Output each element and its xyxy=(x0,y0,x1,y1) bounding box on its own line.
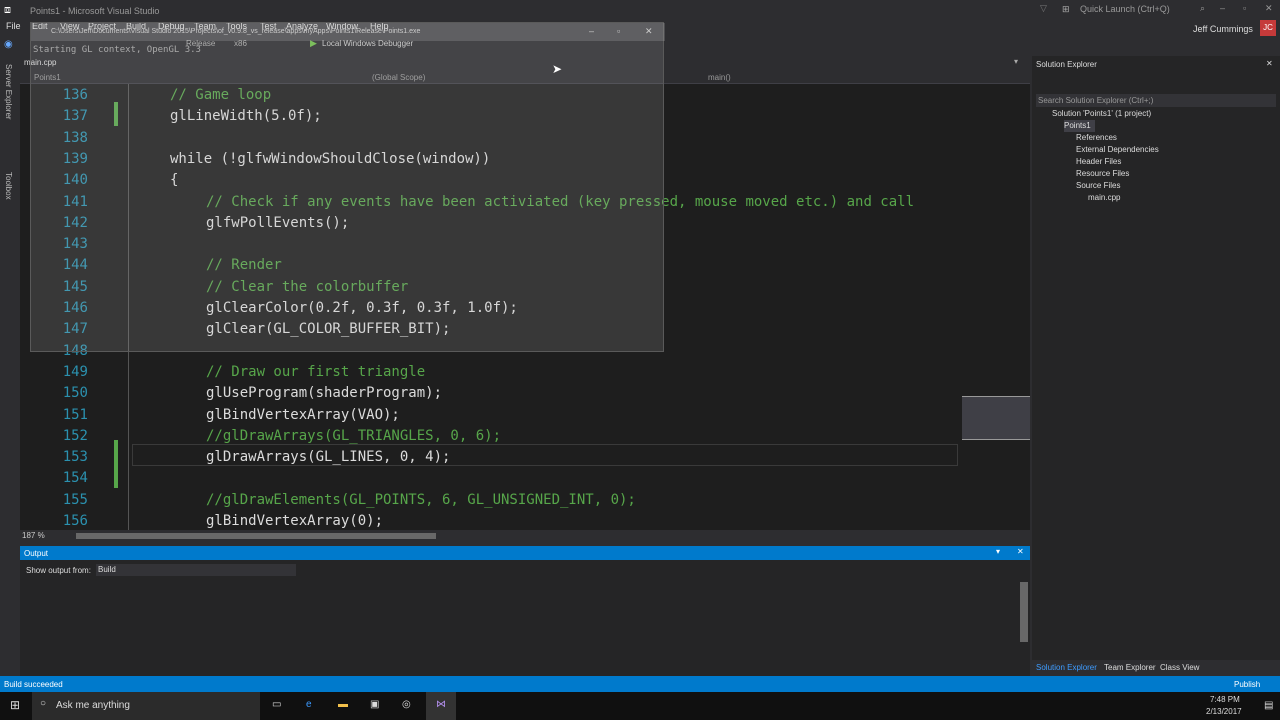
output-scrollbar[interactable] xyxy=(1020,582,1028,642)
clock-time[interactable]: 7:48 PM xyxy=(1210,695,1240,704)
output-header: Output ▾ ✕ xyxy=(20,546,1030,560)
show-output-label: Show output from: xyxy=(26,566,91,575)
solution-explorer: Solution Explorer ✕ Search Solution Expl… xyxy=(1032,56,1280,676)
line-number: 155 xyxy=(62,491,88,508)
tab-team-explorer[interactable]: Team Explorer xyxy=(1104,663,1156,672)
search-icon: ○ xyxy=(40,698,47,709)
horizontal-scrollbar[interactable] xyxy=(76,533,436,539)
output-source-select[interactable]: Build xyxy=(96,564,296,576)
windows-taskbar: ⊞ ○ Ask me anything ▭ e ▬ ▣ ◎ ⋈ 7:48 PM … xyxy=(0,692,1280,720)
status-text: Build succeeded xyxy=(4,680,63,689)
console-title-bar: C:\Users\Jeff\Documents\Visual Studio 20… xyxy=(31,23,665,41)
clock-date[interactable]: 2/13/2017 xyxy=(1206,707,1242,716)
cortana-search[interactable]: ○ Ask me anything xyxy=(32,692,260,720)
line-number: 151 xyxy=(62,406,88,423)
code-line[interactable]: // Draw our first triangle xyxy=(206,364,425,380)
visual-studio-task[interactable]: ⋈ xyxy=(426,692,456,720)
member-dropdown[interactable]: main() xyxy=(708,73,731,82)
line-number: 149 xyxy=(62,363,88,380)
cortana-placeholder: Ask me anything xyxy=(56,700,130,711)
avatar[interactable]: JC xyxy=(1260,20,1276,36)
toolbox-tab[interactable]: Toolbox xyxy=(4,172,13,200)
chevron-down-icon[interactable]: ▾ xyxy=(1014,57,1018,66)
close-button[interactable]: ✕ xyxy=(645,26,653,37)
tab-solution-explorer[interactable]: Solution Explorer xyxy=(1036,663,1097,672)
filter-icon[interactable]: ▽ xyxy=(1040,3,1047,14)
steam-icon[interactable]: ◎ xyxy=(402,699,411,710)
back-icon[interactable]: ◉ xyxy=(4,39,13,50)
folder-icon[interactable]: ▬ xyxy=(338,699,348,710)
visual-studio-icon: ⋈ xyxy=(436,699,446,710)
search-icon: ⌕ xyxy=(1200,3,1206,13)
output-title: Output xyxy=(24,549,49,558)
code-line[interactable]: glBindVertexArray(0); xyxy=(206,513,383,529)
quick-launch-input[interactable]: Quick Launch (Ctrl+Q) xyxy=(1080,4,1210,16)
store-icon[interactable]: ▣ xyxy=(370,699,379,710)
user-name[interactable]: Jeff Cummings xyxy=(1193,24,1253,34)
windows-start-icon[interactable]: ⊞ xyxy=(10,698,20,712)
menu-file[interactable]: File xyxy=(6,21,21,31)
tree-item[interactable]: Resource Files xyxy=(1076,168,1129,180)
line-number: 154 xyxy=(62,470,88,487)
code-line[interactable]: //glDrawArrays(GL_TRIANGLES, 0, 6); xyxy=(206,428,501,444)
zoom-level[interactable]: 187 % xyxy=(22,531,45,540)
title-bar: ⧈ Points1 - Microsoft Visual Studio ▽ ⊞ … xyxy=(0,0,1280,20)
mouse-cursor-icon: ➤ xyxy=(552,62,563,76)
console-text: Starting GL context, OpenGL 3.3 xyxy=(33,45,201,55)
code-line[interactable]: //glDrawElements(GL_POINTS, 6, GL_UNSIGN… xyxy=(206,492,636,508)
tree-item[interactable]: Source Files xyxy=(1076,180,1120,192)
line-number: 152 xyxy=(62,427,88,444)
quick-launch-icon: ⊞ xyxy=(1062,4,1070,14)
tree-item[interactable]: Header Files xyxy=(1076,156,1121,168)
close-button[interactable]: ✕ xyxy=(1265,3,1273,14)
console-window-overlay[interactable]: C:\Users\Jeff\Documents\Visual Studio 20… xyxy=(30,22,665,352)
pin-icon[interactable]: ▾ xyxy=(996,547,1000,556)
window-title: Points1 - Microsoft Visual Studio xyxy=(30,6,160,16)
code-line[interactable]: glBindVertexArray(VAO); xyxy=(206,407,400,423)
server-explorer-tab[interactable]: Server Explorer xyxy=(4,64,13,120)
edge-icon[interactable]: e xyxy=(306,699,312,710)
editor-statusline: 187 % xyxy=(20,530,962,542)
status-bar: Build succeeded Publish xyxy=(0,676,1280,692)
maximize-button[interactable]: ▫ xyxy=(1243,3,1246,13)
minimap-viewport[interactable] xyxy=(962,396,1030,440)
minimize-button[interactable]: – xyxy=(589,26,594,36)
line-number: 153 xyxy=(62,449,88,466)
line-number: 150 xyxy=(62,385,88,402)
code-line[interactable]: glUseProgram(shaderProgram); xyxy=(206,385,442,401)
solution-search-input[interactable]: Search Solution Explorer (Ctrl+;) xyxy=(1036,94,1276,107)
vs-logo-icon: ⧈ xyxy=(4,4,11,16)
output-panel: Output ▾ ✕ Show output from: Build xyxy=(20,546,1030,676)
solution-explorer-title: Solution Explorer xyxy=(1036,60,1097,69)
publish-button[interactable]: Publish xyxy=(1234,680,1260,689)
tree-item[interactable]: External Dependencies xyxy=(1076,144,1159,156)
tab-class-view[interactable]: Class View xyxy=(1160,663,1199,672)
close-icon[interactable]: ✕ xyxy=(1266,59,1273,68)
console-path: C:\Users\Jeff\Documents\Visual Studio 20… xyxy=(51,28,421,35)
minimap[interactable] xyxy=(962,84,1030,530)
tree-item[interactable]: Solution 'Points1' (1 project) xyxy=(1052,108,1151,120)
left-tool-tabs: Server Explorer Toolbox xyxy=(0,56,20,676)
close-icon[interactable]: ✕ xyxy=(1017,547,1024,556)
maximize-button[interactable]: ▫ xyxy=(617,26,620,36)
line-number: 156 xyxy=(62,513,88,529)
tree-item[interactable]: References xyxy=(1076,132,1117,144)
notification-icon[interactable]: ▤ xyxy=(1264,700,1273,711)
tree-item[interactable]: Points1 xyxy=(1064,120,1095,132)
tree-item[interactable]: main.cpp xyxy=(1088,192,1120,204)
minimize-button[interactable]: – xyxy=(1220,3,1225,13)
code-line[interactable]: glDrawArrays(GL_LINES, 0, 4); xyxy=(206,449,450,465)
task-view-icon[interactable]: ▭ xyxy=(272,699,281,710)
